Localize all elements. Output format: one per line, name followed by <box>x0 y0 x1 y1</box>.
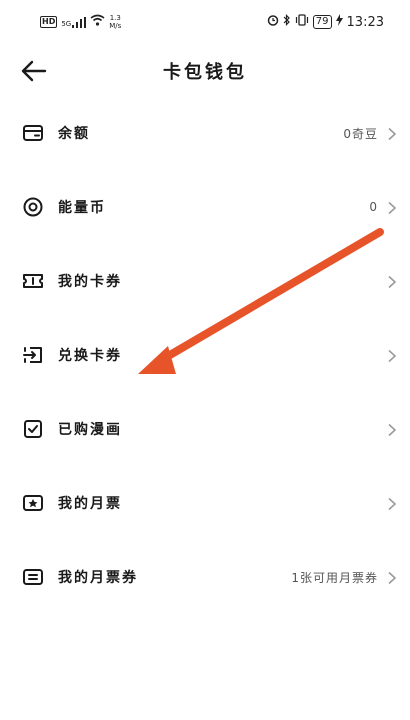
menu-item-monthly-ticket-vouchers[interactable]: 我的月票券 1张可用月票券 <box>0 540 410 614</box>
chevron-right-icon <box>386 570 398 585</box>
menu-item-label: 兑换卡券 <box>58 348 122 364</box>
hd-badge: HD <box>40 16 58 28</box>
balance-value: 0奇豆 <box>343 126 378 141</box>
menu-item-energy-coin[interactable]: 能量币 0 <box>0 170 410 244</box>
chevron-right-icon <box>386 126 398 141</box>
menu-item-label: 我的卡券 <box>58 274 122 290</box>
chevron-right-icon <box>386 348 398 363</box>
menu-item-label: 能量币 <box>58 200 106 216</box>
menu-item-label: 已购漫画 <box>58 422 122 438</box>
chevron-right-icon <box>386 422 398 437</box>
wifi-icon <box>90 14 105 30</box>
status-right: 79 13:23 <box>267 14 384 30</box>
page-title: 卡包钱包 <box>163 62 247 83</box>
chevron-right-icon <box>386 496 398 511</box>
chevron-right-icon <box>386 274 398 289</box>
bluetooth-icon <box>283 14 291 30</box>
status-bar: HD 5G 1.3 M/s 79 13:23 <box>0 0 410 46</box>
menu-item-label: 我的月票 <box>58 496 122 512</box>
vibrate-icon <box>295 14 309 30</box>
charging-icon <box>335 14 343 30</box>
ticket-icon <box>22 270 44 292</box>
menu-item-label: 余额 <box>58 126 90 142</box>
menu-item-purchased-comics[interactable]: 已购漫画 <box>0 392 410 466</box>
menu-list: 余额 0奇豆 能量币 0 我的卡券 兑换卡券 已购漫画 我的月票 我的月票券 1… <box>0 96 410 614</box>
speed-value: 1.3 <box>109 14 121 22</box>
wallet-icon <box>22 122 44 144</box>
alarm-icon <box>267 14 279 30</box>
menu-item-monthly-tickets[interactable]: 我的月票 <box>0 466 410 540</box>
status-left: HD 5G 1.3 M/s <box>40 14 121 30</box>
monthly-voucher-icon <box>22 566 44 588</box>
network-speed: 1.3 M/s <box>109 14 121 30</box>
monthly-ticket-icon <box>22 492 44 514</box>
chevron-right-icon <box>386 200 398 215</box>
comic-icon <box>22 418 44 440</box>
menu-item-my-coupons[interactable]: 我的卡券 <box>0 244 410 318</box>
coin-icon <box>22 196 44 218</box>
battery-icon: 79 <box>312 15 332 29</box>
network-type: 5G <box>61 19 72 28</box>
monthly-voucher-value: 1张可用月票券 <box>291 570 378 585</box>
clock: 13:23 <box>346 14 384 30</box>
signal-icon: 5G <box>61 16 87 28</box>
speed-unit: M/s <box>109 22 122 30</box>
exchange-icon <box>22 344 44 366</box>
header: 卡包钱包 <box>0 46 410 96</box>
energy-coin-value: 0 <box>369 200 378 214</box>
menu-item-balance[interactable]: 余额 0奇豆 <box>0 96 410 170</box>
menu-item-label: 我的月票券 <box>58 570 138 586</box>
menu-item-redeem-coupon[interactable]: 兑换卡券 <box>0 318 410 392</box>
